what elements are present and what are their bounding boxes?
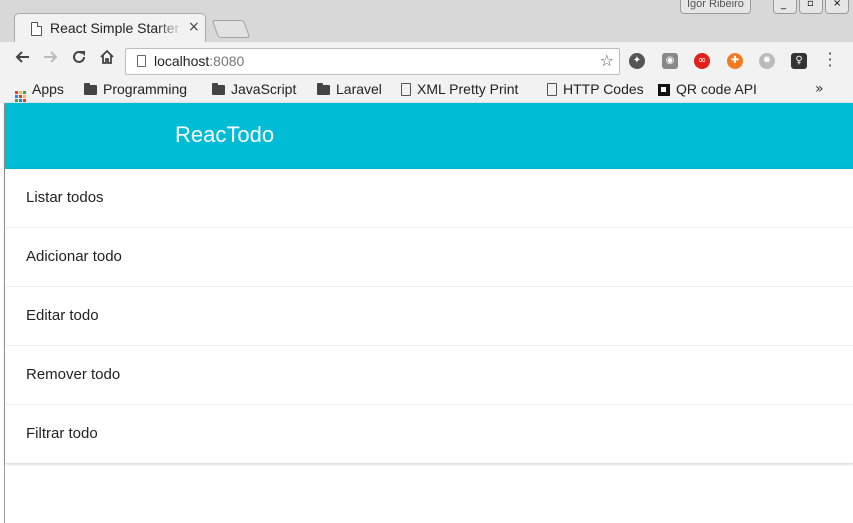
address-bar[interactable]: localhost:8080 ☆ <box>125 48 620 75</box>
qr-icon <box>658 84 670 96</box>
bookmark-qr-code-api[interactable]: QR code API <box>658 81 757 97</box>
menu-item-adicionar-todo[interactable]: Adicionar todo <box>5 228 853 287</box>
home-icon <box>100 49 114 64</box>
maximize-button[interactable]: ▫ <box>799 0 823 14</box>
bulb-extension-icon[interactable]: ♀ <box>791 53 807 69</box>
arrow-right-icon <box>44 51 58 63</box>
bookmark-javascript[interactable]: JavaScript <box>212 81 296 97</box>
folder-icon <box>212 83 225 95</box>
adobe-extension-icon[interactable]: ∞ <box>694 53 710 69</box>
tab-title: React Simple Starter <box>50 20 180 36</box>
menu-item-remover-todo[interactable]: Remover todo <box>5 346 853 405</box>
bookmark-laravel[interactable]: Laravel <box>317 81 382 97</box>
page-info-icon <box>137 55 146 67</box>
menu-item-label: Remover todo <box>26 366 121 383</box>
menu-item-editar-todo[interactable]: Editar todo <box>5 287 853 346</box>
bookmark-http-codes[interactable]: HTTP Codes <box>547 81 644 97</box>
app-title: ReacTodo <box>175 122 275 147</box>
browser-toolbar: localhost:8080 ☆ ✦ ◉ ∞ ✚ ✹ ♀ · · · <box>0 42 853 78</box>
back-button[interactable] <box>11 49 33 70</box>
close-window-button[interactable]: × <box>825 0 849 14</box>
close-icon[interactable]: × <box>188 19 200 35</box>
folder-icon <box>84 83 97 95</box>
url-text: localhost:8080 <box>154 53 245 69</box>
bookmark-programming[interactable]: Programming <box>84 81 187 97</box>
menu-item-listar-todos[interactable]: Listar todos <box>5 169 853 228</box>
bookmark-apps[interactable]: Apps <box>15 81 64 102</box>
page-viewport: ReacTodo Listar todos Adicionar todo Edi… <box>4 103 853 523</box>
bookmarks-bar: Apps Programming JavaScript Laravel XML … <box>0 78 853 103</box>
page-icon <box>401 83 411 96</box>
arrow-left-icon <box>15 51 29 63</box>
menu-item-label: Adicionar todo <box>26 248 122 265</box>
apps-grid-icon <box>15 91 26 102</box>
new-tab-button[interactable] <box>211 20 251 38</box>
reload-icon <box>73 50 85 63</box>
more-menu-icon[interactable]: · · · <box>824 46 836 74</box>
camera-extension-icon[interactable]: ◉ <box>662 53 678 69</box>
reload-button[interactable] <box>68 49 90 70</box>
bookmark-xml-pretty-print[interactable]: XML Pretty Print <box>401 81 518 97</box>
film-extension-icon[interactable]: ✦ <box>629 53 645 69</box>
page-icon <box>31 22 42 36</box>
app-bar: ReacTodo <box>5 103 853 169</box>
folder-icon <box>317 83 330 95</box>
orange-extension-icon[interactable]: ✚ <box>727 53 743 69</box>
browser-tab-active[interactable]: React Simple Starter × <box>14 13 206 43</box>
menu-item-label: Filtrar todo <box>26 425 98 442</box>
menu-item-label: Editar todo <box>26 307 99 324</box>
menu-item-label: Listar todos <box>26 189 104 206</box>
minimize-button[interactable]: _ <box>773 0 797 14</box>
menu-item-filtrar-todo[interactable]: Filtrar todo <box>5 405 853 463</box>
bookmarks-overflow-button[interactable]: » <box>815 81 824 97</box>
home-button[interactable] <box>96 49 118 70</box>
bug-extension-icon[interactable]: ✹ <box>759 53 775 69</box>
browser-title-bar: Igor Ribeiro _ ▫ × React Simple Starter … <box>0 0 853 43</box>
page-icon <box>547 83 557 96</box>
star-icon[interactable]: ☆ <box>600 51 614 70</box>
profile-button[interactable]: Igor Ribeiro <box>680 0 751 14</box>
forward-button[interactable] <box>40 49 62 70</box>
todo-menu: Listar todos Adicionar todo Editar todo … <box>5 169 853 463</box>
